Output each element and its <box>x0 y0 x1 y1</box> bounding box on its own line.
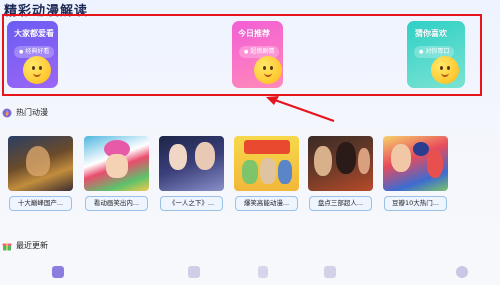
thumbnail-image <box>383 136 448 191</box>
thumbnail-image <box>234 136 299 191</box>
recent-section-header: 最近更新 <box>2 240 48 251</box>
thumbnail-caption: 十大巅峰国产... <box>9 196 72 211</box>
anime-thumbnail-2[interactable]: 看动画笑出内... <box>84 136 149 211</box>
thumbnail-image <box>159 136 224 191</box>
thumbnail-caption: 《一人之下》... <box>160 196 223 211</box>
bookmark-icon[interactable] <box>188 266 200 278</box>
thumbnail-image <box>308 136 373 191</box>
thumbnail-caption: 爆笑高能动漫... <box>235 196 298 211</box>
anime-thumbnail-6[interactable]: 豆瓣10大热门... <box>383 136 448 211</box>
theater-icon[interactable] <box>258 266 268 278</box>
thumbnail-image <box>8 136 73 191</box>
mail-icon[interactable] <box>324 266 336 278</box>
smiley-icon <box>23 56 51 84</box>
anime-thumbnail-1[interactable]: 十大巅峰国产... <box>8 136 73 211</box>
feature-card-guess[interactable]: 猜你喜欢 对你胃口 <box>407 21 465 88</box>
feature-card-title: 今日推荐 <box>238 29 270 38</box>
anime-thumbnail-3[interactable]: 《一人之下》... <box>159 136 224 211</box>
home-icon[interactable] <box>52 266 64 278</box>
flame-icon <box>2 108 12 117</box>
hot-section-header: 热门动漫 <box>2 107 48 118</box>
feature-card-popular[interactable]: 大家都爱看 经典好看 ♥ <box>7 21 58 88</box>
cloud-icon[interactable] <box>456 266 468 278</box>
thumbnail-caption: 看动画笑出内... <box>85 196 148 211</box>
thumbnail-caption: 盘点三部超人... <box>309 196 372 211</box>
smiley-icon <box>254 56 282 84</box>
smiley-icon <box>431 56 459 84</box>
gift-icon <box>2 243 12 250</box>
section-title-hot: 热门动漫 <box>16 108 48 117</box>
section-title-recent: 最近更新 <box>16 241 48 250</box>
feature-card-recommend[interactable]: 今日推荐 超燃剧情 <box>232 21 283 88</box>
feature-card-title: 猜你喜欢 <box>415 29 447 38</box>
thumbnail-caption: 豆瓣10大热门... <box>384 196 447 211</box>
feature-card-title: 大家都爱看 <box>14 29 54 38</box>
thumbnail-image <box>84 136 149 191</box>
anime-thumbnail-5[interactable]: 盘点三部超人... <box>308 136 373 211</box>
anime-thumbnail-4[interactable]: 爆笑高能动漫... <box>234 136 299 211</box>
